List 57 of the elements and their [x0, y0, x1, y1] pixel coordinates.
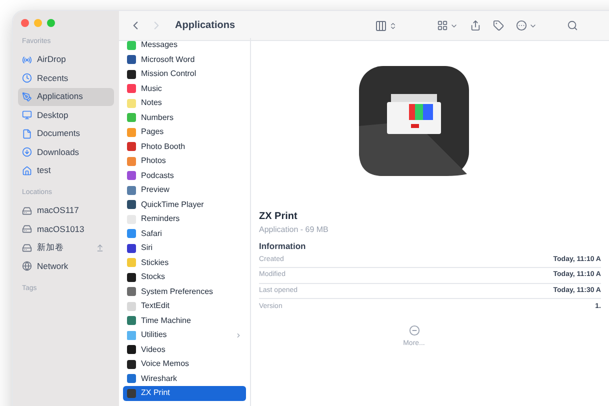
sidebar-item[interactable]: macOS1013	[18, 220, 114, 238]
file-item[interactable]: Reminders	[123, 212, 246, 226]
file-item[interactable]: QuickTime Player	[123, 198, 246, 212]
chevrons-icon[interactable]	[389, 22, 398, 30]
share-icon[interactable]	[470, 20, 482, 31]
columns-view-icon[interactable]	[375, 20, 388, 32]
document-icon	[22, 128, 32, 139]
file-item[interactable]: Time Machine	[123, 314, 246, 328]
sidebar-item[interactable]: macOS117	[18, 202, 114, 220]
file-item[interactable]: Photo Booth	[123, 140, 246, 154]
file-item[interactable]: Utilities	[123, 328, 246, 342]
globe-icon	[22, 261, 32, 272]
window-title: Applications	[175, 19, 236, 33]
file-item[interactable]: System Preferences	[123, 284, 246, 299]
sidebar-item[interactable]: test	[18, 162, 114, 180]
app-name: ZX Print	[259, 210, 298, 224]
sidebar-item[interactable]: 新加卷	[18, 238, 114, 257]
file-item[interactable]: Preview	[123, 183, 246, 198]
chevron-icon	[235, 332, 242, 339]
file-item[interactable]: Mission Control	[123, 67, 246, 82]
sidebar-item[interactable]: Recents	[18, 69, 114, 88]
file-item[interactable]: Microsoft Word	[123, 52, 246, 67]
house-icon	[22, 166, 32, 176]
sidebar-item[interactable]: Documents	[18, 124, 114, 143]
file-item[interactable]: Voice Memos	[123, 357, 246, 372]
clock-icon	[22, 73, 32, 84]
search-icon[interactable]	[567, 20, 578, 31]
tag-icon[interactable]	[493, 20, 504, 31]
file-item[interactable]: ZX Print	[123, 386, 246, 400]
file-item[interactable]: Safari	[123, 226, 246, 241]
grid-icon[interactable]	[437, 20, 448, 31]
sidebar-item[interactable]: Applications	[18, 88, 114, 106]
file-item[interactable]: Numbers	[123, 110, 246, 125]
section-title: Information	[259, 240, 307, 253]
file-item[interactable]: Stocks	[123, 270, 246, 284]
sidebar-item[interactable]: AirDrop	[18, 50, 114, 69]
sidebar-item[interactable]: Network	[18, 257, 114, 276]
file-item[interactable]: Pages	[123, 125, 246, 140]
file-item[interactable]: Notes	[123, 96, 246, 110]
sidebar-item[interactable]: Desktop	[18, 106, 114, 124]
file-item[interactable]: Stickies	[123, 256, 246, 270]
monitor-icon	[22, 110, 32, 120]
file-item[interactable]: Videos	[123, 342, 246, 357]
download-icon	[22, 147, 32, 158]
app-subtitle: Application - 69 MB	[259, 224, 330, 236]
file-item[interactable]: Photos	[123, 154, 246, 168]
file-item[interactable]: Messages	[123, 38, 246, 52]
file-item[interactable]: Podcasts	[123, 168, 246, 183]
file-item[interactable]: TextEdit	[123, 299, 246, 314]
close-button[interactable]	[21, 19, 29, 27]
file-item[interactable]: Siri	[123, 241, 246, 256]
file-item[interactable]: Music	[123, 82, 246, 96]
file-item[interactable]: Wireshark	[123, 372, 246, 386]
pen-icon	[22, 92, 32, 102]
sidebar-item[interactable]: Downloads	[18, 143, 114, 162]
printer-app-icon	[359, 66, 469, 176]
airdrop-icon	[22, 54, 32, 65]
